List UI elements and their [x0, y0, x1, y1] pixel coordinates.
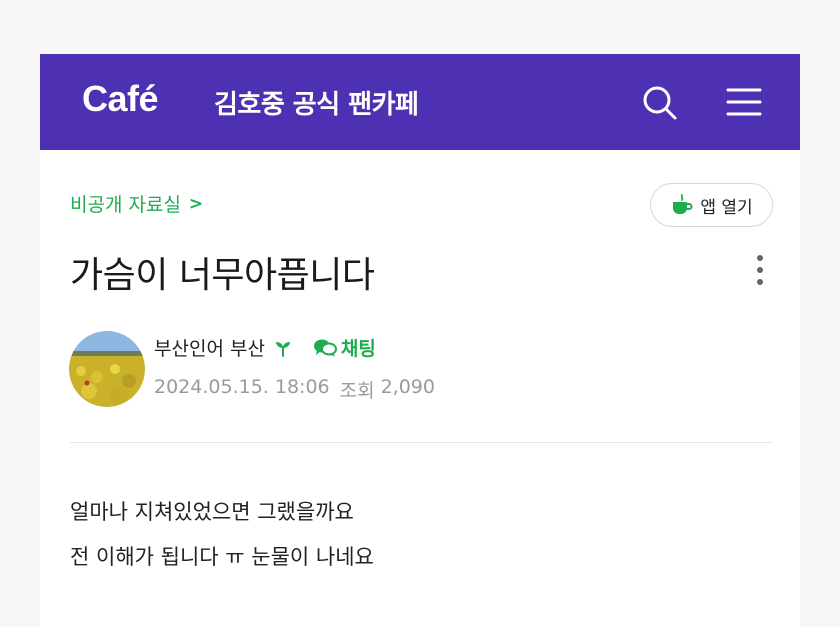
divider — [70, 442, 773, 443]
more-options-icon[interactable] — [754, 252, 766, 288]
chevron-right-icon: > — [188, 193, 204, 214]
avatar[interactable] — [69, 331, 145, 407]
chat-bubble-icon — [313, 339, 337, 357]
chat-label: 채팅 — [340, 338, 376, 360]
post-body-line: 얼마나 지쳐있었으면 그랬을까요 — [70, 500, 354, 524]
post-body: 얼마나 지쳐있었으면 그랬을까요 전 이해가 됩니다 ㅠ 눈물이 나네요 — [70, 490, 374, 580]
board-category-label: 비공개 자료실 — [70, 194, 181, 216]
view-count: 2,090 — [380, 376, 435, 398]
open-app-label: 앱 열기 — [700, 197, 753, 218]
views-label: 조회 — [339, 380, 375, 402]
post-meta: 2024.05.15. 18:06 조회 2,090 — [154, 376, 435, 403]
chat-button[interactable]: 채팅 — [313, 334, 376, 361]
post-date: 2024.05.15. 18:06 — [154, 376, 330, 398]
cafe-header: Café 김호중 공식 팬카페 — [40, 54, 800, 150]
cafe-name[interactable]: 김호중 공식 팬카페 — [214, 84, 419, 121]
hamburger-menu-icon[interactable] — [724, 82, 764, 122]
author-row: 부산인어 부산 채팅 — [154, 334, 376, 361]
sprout-level-icon — [275, 341, 290, 357]
search-icon[interactable] — [639, 82, 679, 122]
post-title: 가슴이 너무아픕니다 — [70, 255, 375, 296]
author-name[interactable]: 부산인어 부산 — [154, 334, 265, 361]
post-body-line: 전 이해가 됩니다 ㅠ 눈물이 나네요 — [70, 545, 374, 569]
board-category-link[interactable]: 비공개 자료실 > — [70, 190, 203, 217]
cafe-logo[interactable]: Café — [82, 78, 159, 120]
open-app-button[interactable]: 앱 열기 — [650, 183, 773, 227]
coffee-cup-icon — [673, 194, 693, 214]
post-page: Café 김호중 공식 팬카페 비공개 자료실 > 앱 열기 가슴이 너무아픕니… — [40, 54, 800, 627]
